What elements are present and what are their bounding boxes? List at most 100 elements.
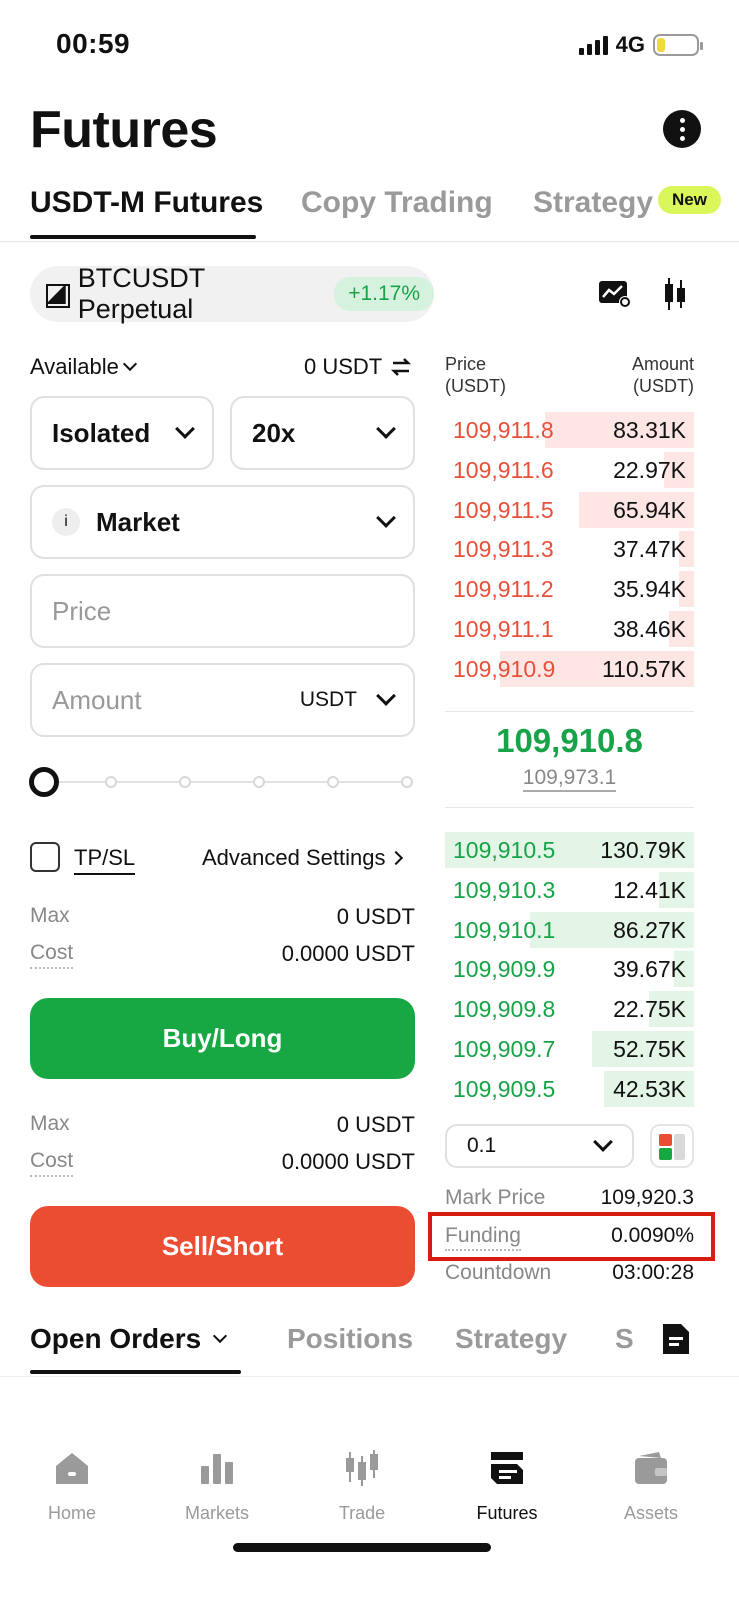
sell-cost-label[interactable]: Cost [30,1149,74,1177]
available-balance-toggle[interactable]: Available [30,354,137,380]
amount-placeholder: Amount [52,684,142,715]
amount-unit: USDT [299,688,357,711]
buy-long-button[interactable]: Buy/Long [30,998,415,1079]
orderbook-layout-icon[interactable] [650,1124,694,1168]
nav-assets[interactable]: Assets [596,1448,706,1524]
ask-price: 109,911.5 [453,496,554,523]
depth-step-select[interactable]: 0.1 [445,1124,634,1168]
active-tab-indicator [30,235,256,239]
mark-price-value: 109,920.3 [600,1186,694,1209]
price-input[interactable]: Price [30,574,415,648]
chevron-down-icon [213,1328,228,1344]
tab-strategy-orders[interactable]: Strategy [455,1323,567,1355]
nav-futures[interactable]: Futures [452,1448,562,1524]
home-icon [56,1453,88,1484]
bid-amount: 130.79K [600,837,686,863]
ask-price: 109,910.9 [453,655,556,682]
chart-settings-icon[interactable] [598,280,632,308]
tab-open-orders-label: Open Orders [30,1323,202,1354]
bid-row[interactable]: 109,910.1 86.27K [445,911,694,948]
order-type-select[interactable]: i Market [30,485,415,559]
more-options-button[interactable] [663,110,701,148]
bid-row[interactable]: 109,909.8 22.75K [445,991,694,1028]
bid-amount: 12.41K [613,876,686,903]
ask-row[interactable]: 109,911.5 65.94K [445,491,694,528]
countdown-label: Countdown [445,1261,552,1284]
orderbook-divider [445,711,694,712]
buy-max-label: Max [30,904,70,927]
bid-price: 109,909.9 [453,956,556,983]
ask-amount: 83.31K [613,417,686,443]
pair-selector[interactable]: BTCUSDT Perpetual +1.17% [30,263,434,324]
bid-row[interactable]: 109,909.7 52.75K [445,1031,694,1067]
order-type-value: Market [96,506,180,537]
futures-icon [491,1452,523,1484]
margin-mode-select[interactable]: Isolated [30,396,214,470]
amount-input[interactable]: Amount USDT [30,663,415,737]
tpsl-checkbox[interactable] [30,842,60,872]
ask-row[interactable]: 109,911.3 37.47K [445,531,694,568]
page-title: Futures [30,101,218,159]
candlestick-chart-icon[interactable] [662,276,688,312]
ask-row[interactable]: 109,910.9 110.57K [445,650,694,687]
tab-truncated[interactable]: S [615,1323,634,1355]
leverage-value: 20x [252,417,296,448]
ask-price: 109,911.3 [453,536,554,563]
advanced-settings-link[interactable]: Advanced Settings [202,845,404,871]
bid-row[interactable]: 109,910.5 130.79K [445,832,694,868]
transfer-icon[interactable] [390,356,412,378]
chevron-down-icon [376,686,396,706]
slider-step[interactable] [105,776,117,788]
amount-slider-track[interactable] [44,781,409,783]
buy-cost-label[interactable]: Cost [30,941,74,969]
bid-amount: 39.67K [613,956,686,983]
tab-strategy[interactable]: Strategy [533,186,653,220]
bar-chart-icon [201,1454,233,1484]
slider-step[interactable] [327,776,339,788]
ask-row[interactable]: 109,911.2 35.94K [445,571,694,608]
slider-step[interactable] [401,776,413,788]
tab-positions[interactable]: Positions [287,1323,413,1355]
mark-price-label: Mark Price [445,1186,546,1209]
tab-open-orders[interactable]: Open Orders [30,1323,228,1355]
countdown-value: 03:00:28 [612,1261,694,1284]
bid-row[interactable]: 109,909.5 42.53K [445,1070,694,1107]
info-icon[interactable]: i [52,508,80,536]
last-price: 109,910.8 [496,722,643,759]
sell-max-value: 0 USDT [336,1112,415,1137]
funding-highlight-box [428,1212,715,1261]
order-history-icon[interactable] [661,1322,691,1356]
nav-markets[interactable]: Markets [162,1448,272,1524]
pair-change-badge: +1.17% [334,277,434,311]
tpsl-label[interactable]: TP/SL [74,845,136,875]
slider-step[interactable] [179,776,191,788]
orders-tab-bar: Open Orders Positions Strategy S [0,1315,739,1377]
network-type: 4G [615,32,645,57]
nav-home[interactable]: Home [17,1448,127,1524]
nav-home-label: Home [47,1503,96,1523]
ask-row[interactable]: 109,911.8 83.31K [445,412,694,448]
bid-price: 109,909.5 [453,1075,556,1102]
bid-row[interactable]: 109,910.3 12.41K [445,871,694,908]
status-indicators: 4G [578,32,703,58]
ask-row[interactable]: 109,911.6 22.97K [445,451,694,488]
leverage-select[interactable]: 20x [230,396,415,470]
ask-amount: 35.94K [613,576,686,603]
sell-cost-value: 0.0000 USDT [281,1149,415,1174]
ask-row[interactable]: 109,911.1 38.46K [445,611,694,647]
ask-amount: 38.46K [613,616,686,642]
tab-usdt-m-futures[interactable]: USDT-M Futures [30,186,263,220]
wallet-icon [635,1452,667,1484]
nav-trade[interactable]: Trade [307,1448,417,1524]
index-price-value: 109,973.1 [522,766,617,792]
amount-unit-select[interactable]: USDT [299,686,396,712]
battery-icon [653,34,703,56]
slider-step[interactable] [253,776,265,788]
chevron-down-icon [376,508,396,528]
amount-slider-thumb[interactable] [29,767,59,797]
sell-short-button[interactable]: Sell/Short [30,1206,415,1287]
tab-copy-trading[interactable]: Copy Trading [301,186,493,220]
signal-icon [578,35,608,55]
bid-row[interactable]: 109,909.9 39.67K [445,951,694,988]
ask-amount: 65.94K [613,496,686,523]
